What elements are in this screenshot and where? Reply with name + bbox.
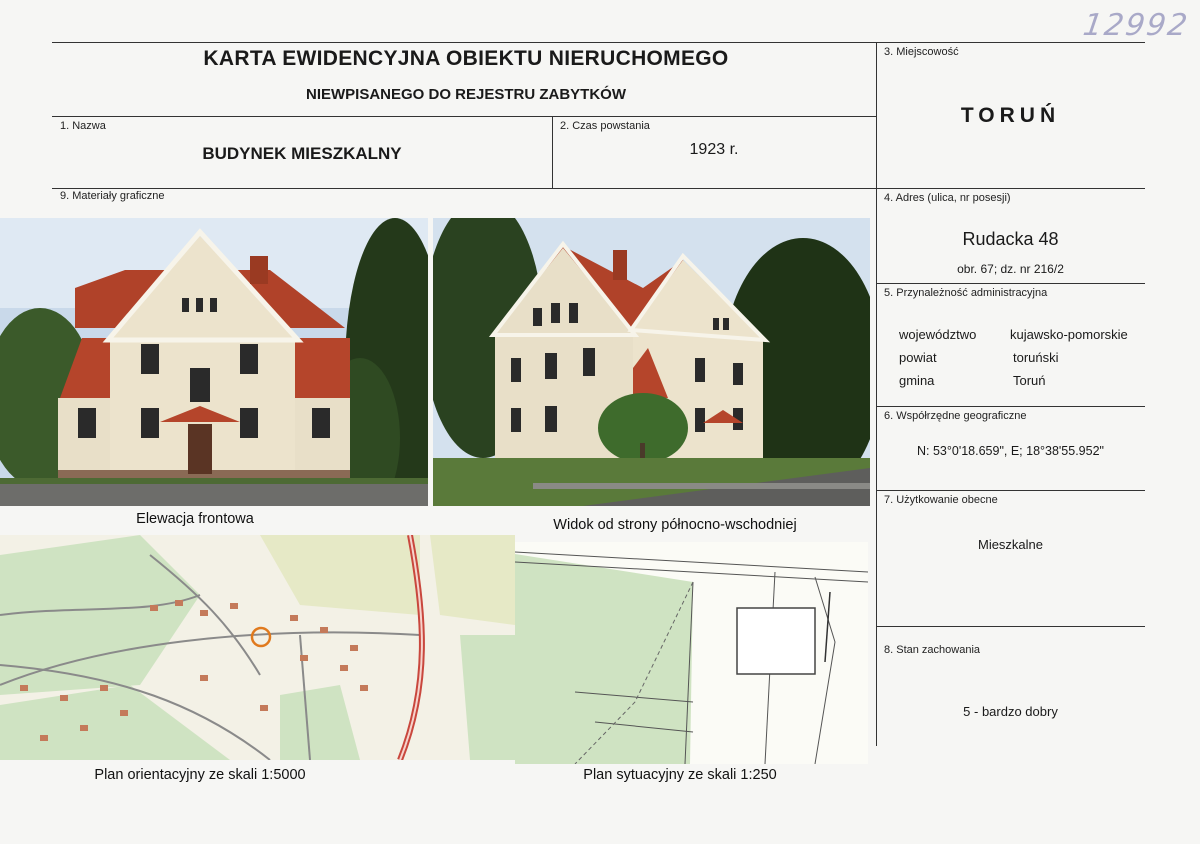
card-title: KARTA EWIDENCYJNA OBIEKTU NIERUCHOMEGO	[203, 47, 729, 70]
admin-value-commune: Toruń	[1013, 373, 1046, 388]
address-detail: obr. 67; dz. nr 216/2	[957, 262, 1064, 276]
front-elevation-caption: Elewacja frontowa	[136, 511, 254, 527]
usage-label: 7. Użytkowanie obecne	[884, 494, 998, 506]
admin-key-county: powiat	[899, 350, 937, 365]
admin-key-voivodeship: województwo	[899, 327, 977, 342]
coords-value: N: 53°0'18.659", E; 18°38'55.952"	[917, 444, 1104, 458]
address-value: Rudacka 48	[962, 229, 1059, 249]
site-plan-caption: Plan sytuacyjny ze skali 1:250	[583, 767, 777, 783]
admin-key-commune: gmina	[899, 373, 935, 388]
coords-label: 6. Współrzędne geograficzne	[884, 410, 1027, 422]
admin-label: 5. Przynależność administracyjna	[884, 287, 1048, 299]
name-label: 1. Nazwa	[60, 120, 106, 132]
address-label: 4. Adres (ulica, nr posesji)	[884, 192, 1011, 204]
period-value: 1923 r.	[689, 141, 739, 158]
northeast-view-photo	[433, 218, 870, 506]
orientation-map	[0, 535, 515, 760]
admin-value-county: toruński	[1013, 350, 1059, 365]
place-label: 3. Miejscowość	[884, 46, 959, 58]
name-value: BUDYNEK MIESZKALNY	[202, 144, 402, 163]
graphics-label: 9. Materiały graficzne	[60, 190, 165, 202]
site-plan-map	[515, 542, 868, 764]
place-value: TORUŃ	[960, 104, 1061, 127]
orientation-map-caption: Plan orientacyjny ze skali 1:5000	[94, 767, 306, 783]
period-label: 2. Czas powstania	[560, 120, 650, 132]
front-elevation-photo	[0, 218, 428, 506]
admin-value-voivodeship: kujawsko-pomorskie	[1010, 327, 1128, 342]
condition-value: 5 - bardzo dobry	[963, 704, 1058, 719]
northeast-view-caption: Widok od strony północno-wschodniej	[553, 517, 797, 533]
usage-value: Mieszkalne	[977, 537, 1044, 552]
condition-label: 8. Stan zachowania	[884, 644, 981, 656]
card-subtitle: NIEWPISANEGO DO REJESTRU ZABYTKÓW	[305, 86, 627, 103]
